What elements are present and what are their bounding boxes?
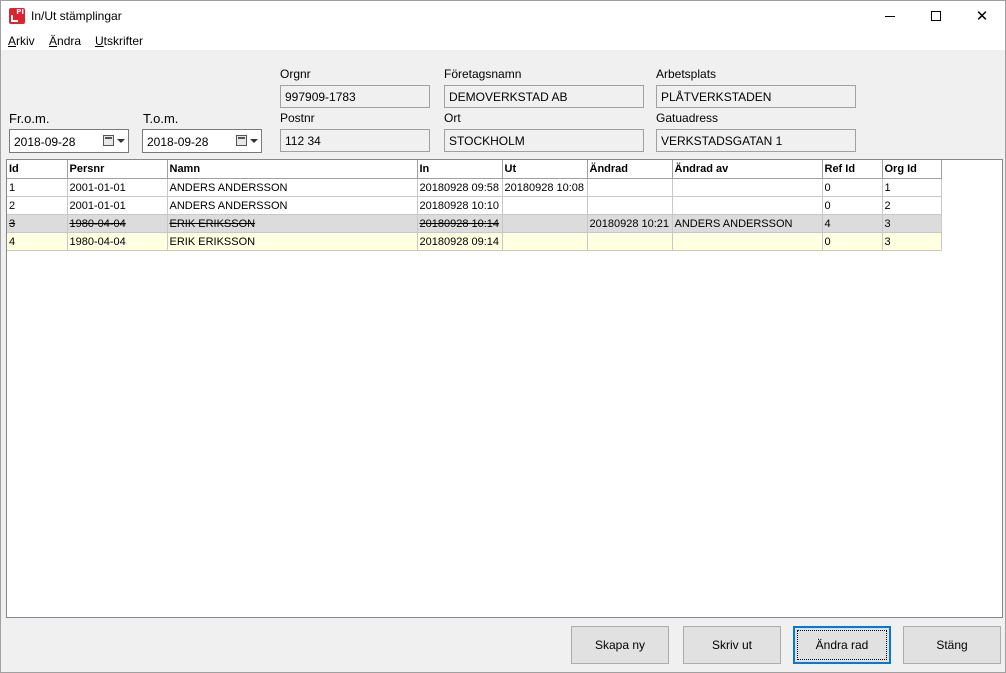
menu-utskrifter-mnemonic: U — [95, 34, 104, 48]
workplace-label: Arbetsplats — [656, 67, 717, 81]
table-row[interactable]: 2 2001-01-01 ANDERS ANDERSSON 20180928 1… — [7, 196, 942, 215]
street-label: Gatuadress — [656, 111, 719, 125]
workplace-field: PLÅTVERKSTADEN — [656, 85, 856, 108]
menu-arkiv-mnemonic: A — [8, 34, 17, 48]
to-date-label: T.o.m. — [143, 111, 179, 126]
from-date-label: Fr.o.m. — [9, 111, 50, 126]
close-window-button[interactable]: ✕ — [959, 1, 1005, 31]
company-name-label: Företagsnamn — [444, 67, 522, 81]
cell-andrad-av — [672, 232, 823, 251]
orgnr-label: Orgnr — [280, 67, 311, 81]
column-header-andrad-av[interactable]: Ändrad av — [672, 160, 823, 179]
chevron-down-icon[interactable] — [117, 139, 125, 143]
company-name-field: DEMOVERKSTAD AB — [444, 85, 644, 108]
maximize-icon — [931, 11, 941, 21]
postnr-field: 112 34 — [280, 129, 430, 152]
orgnr-field: 997909-1783 — [280, 85, 430, 108]
column-header-org-id[interactable]: Org Id — [882, 160, 942, 179]
menu-arkiv-label: rkiv — [16, 34, 35, 48]
cell-andrad-av — [672, 178, 823, 197]
cell-ut: 20180928 10:08 — [502, 178, 588, 197]
cell-org-id: 2 — [882, 196, 942, 215]
cell-andrad-av — [672, 196, 823, 215]
cell-namn: ERIK ERIKSSON — [167, 232, 418, 251]
cell-persnr: 1980-04-04 — [67, 232, 168, 251]
table-row[interactable]: 1 2001-01-01 ANDERS ANDERSSON 20180928 0… — [7, 178, 942, 197]
print-button[interactable]: Skriv ut — [683, 626, 781, 664]
cell-in: 20180928 10:14 — [417, 214, 503, 233]
cell-in: 20180928 10:10 — [417, 196, 503, 215]
edit-row-button[interactable]: Ändra rad — [793, 626, 891, 664]
title-bar: PI In/Ut stämplingar ✕ — [1, 1, 1005, 31]
cell-andrad-av: ANDERS ANDERSSON — [672, 214, 823, 233]
cell-id: 4 — [7, 232, 68, 251]
menu-utskrifter[interactable]: Utskrifter — [95, 34, 143, 48]
cell-persnr: 1980-04-04 — [67, 214, 168, 233]
cell-org-id: 3 — [882, 214, 942, 233]
table-row-selected[interactable]: 4 1980-04-04 ERIK ERIKSSON 20180928 09:1… — [7, 232, 942, 251]
app-logo-icon: PI — [9, 8, 25, 24]
window-title: In/Ut stämplingar — [31, 9, 122, 23]
cell-namn: ERIK ERIKSSON — [167, 214, 418, 233]
chevron-down-icon[interactable] — [250, 139, 258, 143]
column-header-in[interactable]: In — [417, 160, 503, 179]
cell-in: 20180928 09:58 — [417, 178, 503, 197]
cell-id: 3 — [7, 214, 68, 233]
main-window: PI In/Ut stämplingar ✕ Arkiv Ändra Utskr… — [0, 0, 1006, 673]
table-row-deleted[interactable]: 3 1980-04-04 ERIK ERIKSSON 20180928 10:1… — [7, 214, 942, 233]
cell-namn: ANDERS ANDERSSON — [167, 196, 418, 215]
to-date-picker[interactable]: 2018-09-28 — [142, 129, 262, 153]
menu-andra-mnemonic: Ä — [49, 34, 58, 48]
cell-in: 20180928 09:14 — [417, 232, 503, 251]
calendar-icon[interactable] — [103, 135, 114, 146]
menu-andra-label: ndra — [57, 34, 82, 48]
column-header-andrad[interactable]: Ändrad — [587, 160, 673, 179]
from-date-picker[interactable]: 2018-09-28 — [9, 129, 129, 153]
city-label: Ort — [444, 111, 461, 125]
from-date-value: 2018-09-28 — [14, 135, 76, 149]
minimize-button[interactable] — [867, 1, 913, 31]
cell-andrad — [587, 178, 673, 197]
create-new-button[interactable]: Skapa ny — [571, 626, 669, 664]
cell-andrad — [587, 196, 673, 215]
menu-utskrifter-label: tskrifter — [103, 34, 144, 48]
column-header-ref-id[interactable]: Ref Id — [822, 160, 883, 179]
calendar-icon[interactable] — [236, 135, 247, 146]
cell-andrad — [587, 232, 673, 251]
close-icon: ✕ — [975, 6, 989, 25]
cell-org-id: 3 — [882, 232, 942, 251]
cell-id: 2 — [7, 196, 68, 215]
close-button[interactable]: Stäng — [903, 626, 1001, 664]
cell-ref-id: 4 — [822, 214, 883, 233]
stamp-grid[interactable]: Id Persnr Namn In Ut Ändrad Ändrad av Re… — [6, 159, 1003, 618]
column-header-id[interactable]: Id — [7, 160, 68, 179]
minimize-icon — [885, 15, 895, 17]
cell-persnr: 2001-01-01 — [67, 196, 168, 215]
column-header-namn[interactable]: Namn — [167, 160, 418, 179]
menu-arkiv[interactable]: Arkiv — [8, 34, 35, 48]
cell-ut — [502, 196, 588, 215]
cell-ref-id: 0 — [822, 178, 883, 197]
cell-namn: ANDERS ANDERSSON — [167, 178, 418, 197]
maximize-button[interactable] — [913, 1, 959, 31]
cell-ref-id: 0 — [822, 232, 883, 251]
column-header-persnr[interactable]: Persnr — [67, 160, 168, 179]
postnr-label: Postnr — [280, 111, 315, 125]
cell-andrad: 20180928 10:21 — [587, 214, 673, 233]
cell-persnr: 2001-01-01 — [67, 178, 168, 197]
to-date-value: 2018-09-28 — [147, 135, 209, 149]
cell-ref-id: 0 — [822, 196, 883, 215]
city-field: STOCKHOLM — [444, 129, 644, 152]
table-header-row: Id Persnr Namn In Ut Ändrad Ändrad av Re… — [7, 160, 942, 179]
cell-id: 1 — [7, 178, 68, 197]
cell-ut — [502, 232, 588, 251]
cell-ut — [502, 214, 588, 233]
menu-bar: Arkiv Ändra Utskrifter — [1, 31, 1005, 51]
menu-andra[interactable]: Ändra — [49, 34, 81, 48]
stamp-table: Id Persnr Namn In Ut Ändrad Ändrad av Re… — [7, 160, 942, 251]
column-header-ut[interactable]: Ut — [502, 160, 588, 179]
street-field: VERKSTADSGATAN 1 — [656, 129, 856, 152]
cell-org-id: 1 — [882, 178, 942, 197]
